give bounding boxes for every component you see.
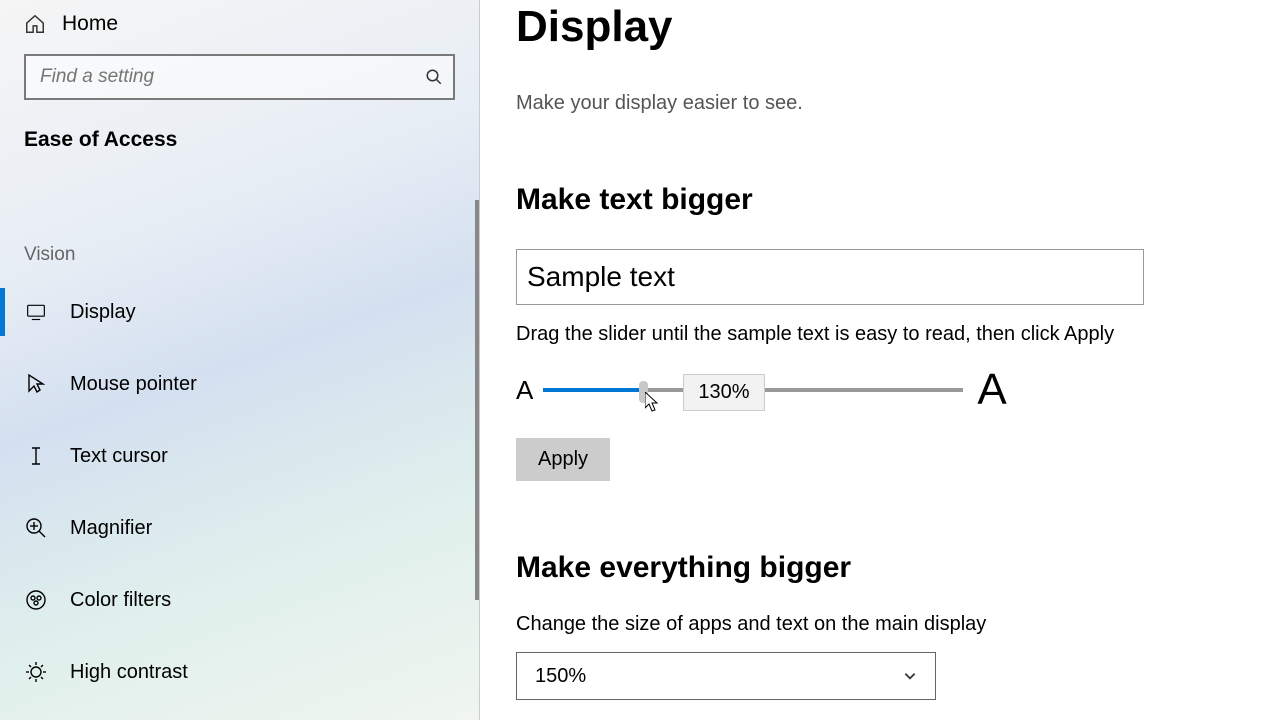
sidebar-item-text-cursor[interactable]: Text cursor (0, 420, 479, 492)
sidebar-scrollbar[interactable] (475, 200, 479, 600)
make-everything-bigger-heading: Make everything bigger (516, 551, 1280, 585)
nav-label: Display (70, 301, 136, 324)
scale-label: Change the size of apps and text on the … (516, 613, 1280, 636)
search-box[interactable] (24, 54, 455, 100)
sidebar-item-mouse-pointer[interactable]: Mouse pointer (0, 348, 479, 420)
high-contrast-icon (24, 660, 48, 684)
scale-dropdown[interactable]: 150% (516, 652, 936, 700)
chevron-down-icon (903, 669, 917, 683)
text-size-slider[interactable]: 130% (543, 388, 963, 392)
sidebar-item-display[interactable]: Display (0, 276, 479, 348)
subcategory-heading: Vision (0, 162, 479, 276)
slider-thumb[interactable] (639, 381, 648, 403)
make-text-bigger-heading: Make text bigger (516, 183, 1280, 217)
nav-label: Magnifier (70, 517, 152, 540)
small-a-icon: A (516, 375, 533, 406)
slider-instruction: Drag the slider until the sample text is… (516, 323, 1280, 346)
page-title: Display (516, 0, 1280, 52)
apply-button[interactable]: Apply (516, 438, 610, 481)
home-label: Home (62, 12, 118, 36)
nav-label: High contrast (70, 661, 188, 684)
sidebar-item-magnifier[interactable]: Magnifier (0, 492, 479, 564)
sample-text: Sample text (527, 261, 675, 293)
nav-label: Mouse pointer (70, 373, 197, 396)
magnifier-icon (24, 516, 48, 540)
pointer-icon (24, 372, 48, 396)
text-size-slider-row: A 130% A (516, 360, 1280, 420)
nav-label: Color filters (70, 589, 171, 612)
page-subtitle: Make your display easier to see. (516, 92, 1280, 115)
slider-value-tooltip: 130% (683, 374, 764, 411)
slider-fill (543, 388, 643, 392)
settings-sidebar: Home Ease of Access Vision Display Mouse… (0, 0, 480, 720)
home-icon (24, 13, 46, 35)
text-cursor-icon (24, 444, 48, 468)
sidebar-item-color-filters[interactable]: Color filters (0, 564, 479, 636)
dropdown-value: 150% (535, 665, 586, 688)
sample-text-box: Sample text (516, 249, 1144, 305)
search-input[interactable] (40, 66, 425, 88)
search-container (0, 54, 479, 128)
nav-label: Text cursor (70, 445, 168, 468)
big-a-icon: A (977, 365, 1006, 415)
display-icon (24, 300, 48, 324)
sidebar-item-high-contrast[interactable]: High contrast (0, 636, 479, 708)
home-nav[interactable]: Home (0, 0, 479, 54)
color-filters-icon (24, 588, 48, 612)
main-content: Display Make your display easier to see.… (480, 0, 1280, 720)
search-icon (425, 68, 443, 86)
category-heading: Ease of Access (0, 128, 479, 162)
